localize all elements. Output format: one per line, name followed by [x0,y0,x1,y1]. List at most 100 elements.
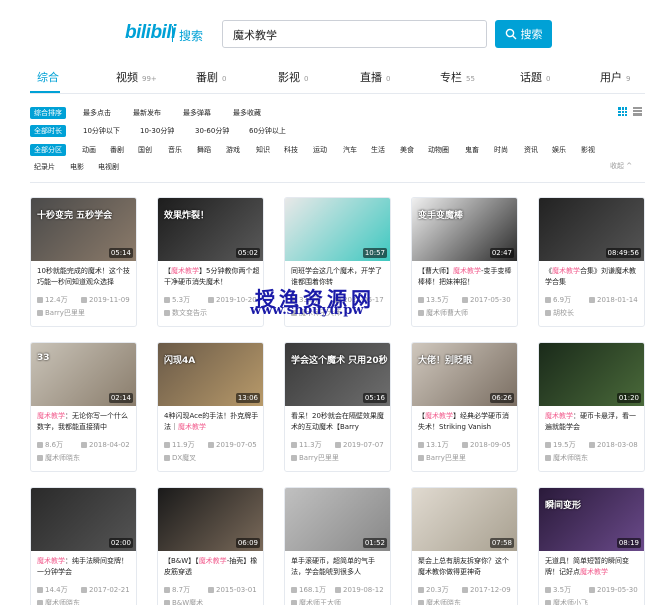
search-button[interactable]: 搜索 [495,20,552,48]
filter-option[interactable]: 10分钟以下 [83,125,120,137]
uploader-name[interactable]: 魔术师曹大师 [418,308,468,318]
list-view-icon[interactable] [633,107,642,116]
video-thumbnail[interactable]: 33 02:14 [31,343,136,406]
video-title[interactable]: 4种闪现Ace的手法！扑克牌手法｜魔术教学 [164,411,260,433]
video-thumbnail[interactable]: 02:00 [31,488,136,551]
video-thumbnail[interactable]: 效果炸裂！ 05:02 [158,198,263,261]
filter-option[interactable]: 最多收藏 [233,107,261,119]
video-title[interactable]: 看呆！20秒就会在隔壁效果魔术的互动魔术【Barry [291,411,387,433]
filter-option[interactable]: 全部时长 [30,125,66,137]
video-card[interactable]: 08:49:56 《魔术教学合集》刘谦魔术教学合集 6.9万 2018-01-14 胡校… [538,197,645,327]
uploader-name[interactable]: B&W魔术 [164,598,203,605]
filter-option[interactable]: 60分钟以上 [249,125,286,137]
video-title[interactable]: 魔术教学：硬币卡悬浮，看一遍就能学会 [545,411,641,433]
filter-option[interactable]: 综合排序 [30,107,66,119]
filter-option[interactable]: 美食 [400,144,414,156]
video-title[interactable]: 10秒就能完成的魔术！这个技巧能一秒间知道观众选择 [37,266,133,288]
filter-option[interactable]: 运动 [313,144,327,156]
video-card[interactable]: 效果炸裂！ 05:02 【魔术教学】5分钟教你两个超干净硬币消失魔术！ 5.3万 201… [157,197,264,327]
video-title[interactable]: 【曹大师】魔术教学-变手变棒棒棒！把妹神招！ [418,266,514,288]
uploader-name[interactable]: 魔术师晓东 [37,453,80,463]
video-thumbnail[interactable]: 大佬！别眨眼 06:26 [412,343,517,406]
video-title[interactable]: 【魔术教学】5分钟教你两个超干净硬币消失魔术！ [164,266,260,288]
video-card[interactable]: 01:52 单手滚硬币，超简单的气手法，学会能唬到很多人 168.1万 2019-08… [284,487,391,605]
filter-option[interactable]: 动物圈 [428,144,449,156]
filter-option[interactable]: 资讯 [524,144,538,156]
video-thumbnail[interactable]: 十秒变完 五秒学会 05:14 [31,198,136,261]
filter-option[interactable]: 国创 [138,144,152,156]
uploader-name[interactable]: 胡校长 [545,308,574,318]
filter-option[interactable]: 电影 [70,161,84,173]
video-card[interactable]: 闪现4A 13:06 4种闪现Ace的手法！扑克牌手法｜魔术教学 11.9万 2019-… [157,342,264,472]
video-title[interactable]: 《魔术教学合集》刘谦魔术教学合集 [545,266,641,288]
video-title[interactable]: 【B&W】【魔术教学-抽壳】橡皮筋穿透 [164,556,260,578]
video-thumbnail[interactable]: 01:20 [539,343,644,406]
video-card[interactable]: 瞬间变形 08:19 无道具！简单短暂的瞬间变牌！记好点魔术教学 3.5万 2019-0… [538,487,645,605]
filter-option[interactable]: 鬼畜 [465,144,479,156]
filter-option[interactable]: 舞蹈 [197,144,211,156]
video-card[interactable]: 33 02:14 魔术教学：无论你写一个什么数字，我都能直接猜中 8.6万 2018-0… [30,342,137,472]
tab-5[interactable]: 专栏 55 [440,69,475,85]
filter-option[interactable]: 游戏 [226,144,240,156]
filter-option[interactable]: 番剧 [110,144,124,156]
tab-1[interactable]: 视频 99+ [116,69,157,85]
search-input[interactable]: 魔术教学 [222,20,487,48]
filter-option[interactable]: 影视 [581,144,595,156]
filter-option[interactable]: 纪录片 [34,161,55,173]
video-thumbnail[interactable]: 06:09 [158,488,263,551]
video-title[interactable]: 【魔术教学】经典必学硬币消失术！Striking Vanish [418,411,514,433]
video-thumbnail[interactable]: 瞬间变形 08:19 [539,488,644,551]
filter-option[interactable]: 动画 [82,144,96,156]
uploader-name[interactable]: 魔术师王大师 [291,598,341,605]
video-title[interactable]: 聚会上总有朋友拆穿你？这个魔术教你做得更神奇 [418,556,514,578]
filter-option[interactable]: 知识 [256,144,270,156]
video-title[interactable]: 无道具！简单短暂的瞬间变牌！记好点魔术教学 [545,556,641,578]
video-card[interactable]: 01:20 魔术教学：硬币卡悬浮，看一遍就能学会 19.5万 2018-03-08 魔术… [538,342,645,472]
uploader-name[interactable]: 数文变告示 [164,308,207,318]
bilibili-logo[interactable]: bilibili [125,22,176,44]
video-card[interactable]: 学会这个魔术 只用20秒 05:16 看呆！20秒就会在隔壁效果魔术的互动魔术【Ba… [284,342,391,472]
uploader-name[interactable]: Barry巴里里 [37,308,85,318]
video-card[interactable]: 十秒变完 五秒学会 05:14 10秒就能完成的魔术！这个技巧能一秒间知道观众选择 1… [30,197,137,327]
video-card[interactable]: 变手变魔棒 02:47 【曹大师】魔术教学-变手变棒棒棒！把妹神招！ 13.5万 201… [411,197,518,327]
video-card[interactable]: 06:09 【B&W】【魔术教学-抽壳】橡皮筋穿透 8.7万 2015-03-01 B&… [157,487,264,605]
collapse-filters-button[interactable]: 收起 ^ [610,161,632,171]
tab-4[interactable]: 直播 0 [360,69,390,85]
video-title[interactable]: 魔术教学：无论你写一个什么数字，我都能直接猜中 [37,411,133,433]
uploader-name[interactable]: Barry巴里里 [291,453,339,463]
video-title[interactable]: 单手滚硬币，超简单的气手法，学会能唬到很多人 [291,556,387,578]
filter-option[interactable]: 最新发布 [133,107,161,119]
filter-option[interactable]: 最多点击 [83,107,111,119]
tab-3[interactable]: 影视 0 [278,69,308,85]
video-thumbnail[interactable]: 闪现4A 13:06 [158,343,263,406]
filter-option[interactable]: 汽车 [343,144,357,156]
filter-option[interactable]: 电视剧 [98,161,119,173]
filter-option[interactable]: 生活 [371,144,385,156]
filter-option[interactable]: 10-30分钟 [140,125,174,137]
filter-option[interactable]: 音乐 [168,144,182,156]
tab-0[interactable]: 综合 [37,69,59,85]
uploader-name[interactable]: DX魔叉 [164,453,196,463]
video-card[interactable]: 07:58 聚会上总有朋友拆穿你？这个魔术教你做得更神奇 20.3万 2017-12-… [411,487,518,605]
grid-view-icon[interactable] [618,107,627,116]
tab-6[interactable]: 话题 0 [520,69,550,85]
uploader-name[interactable]: 魔术师晓东 [37,598,80,605]
video-thumbnail[interactable]: 08:49:56 [539,198,644,261]
video-card[interactable]: 大佬！别眨眼 06:26 【魔术教学】经典必学硬币消失术！Striking Vani… [411,342,518,472]
video-card[interactable]: 02:00 魔术教学：纯手法瞬间变牌！一分钟学会 14.4万 2017-02-21 魔术… [30,487,137,605]
video-thumbnail[interactable]: 07:58 [412,488,517,551]
video-thumbnail[interactable]: 10:57 [285,198,390,261]
filter-option[interactable]: 科技 [284,144,298,156]
tab-7[interactable]: 用户 9 [600,69,630,85]
uploader-name[interactable]: 魔术师小飞 [545,598,588,605]
tab-2[interactable]: 番剧 0 [196,69,226,85]
uploader-name[interactable]: 魔术师晓东 [545,453,588,463]
video-thumbnail[interactable]: 01:52 [285,488,390,551]
filter-option[interactable]: 30-60分钟 [195,125,229,137]
filter-option[interactable]: 最多弹幕 [183,107,211,119]
video-thumbnail[interactable]: 变手变魔棒 02:47 [412,198,517,261]
uploader-name[interactable]: 魔术师晓东 [418,598,461,605]
filter-option[interactable]: 时尚 [494,144,508,156]
filter-option[interactable]: 娱乐 [552,144,566,156]
uploader-name[interactable]: Barry巴里里 [418,453,466,463]
